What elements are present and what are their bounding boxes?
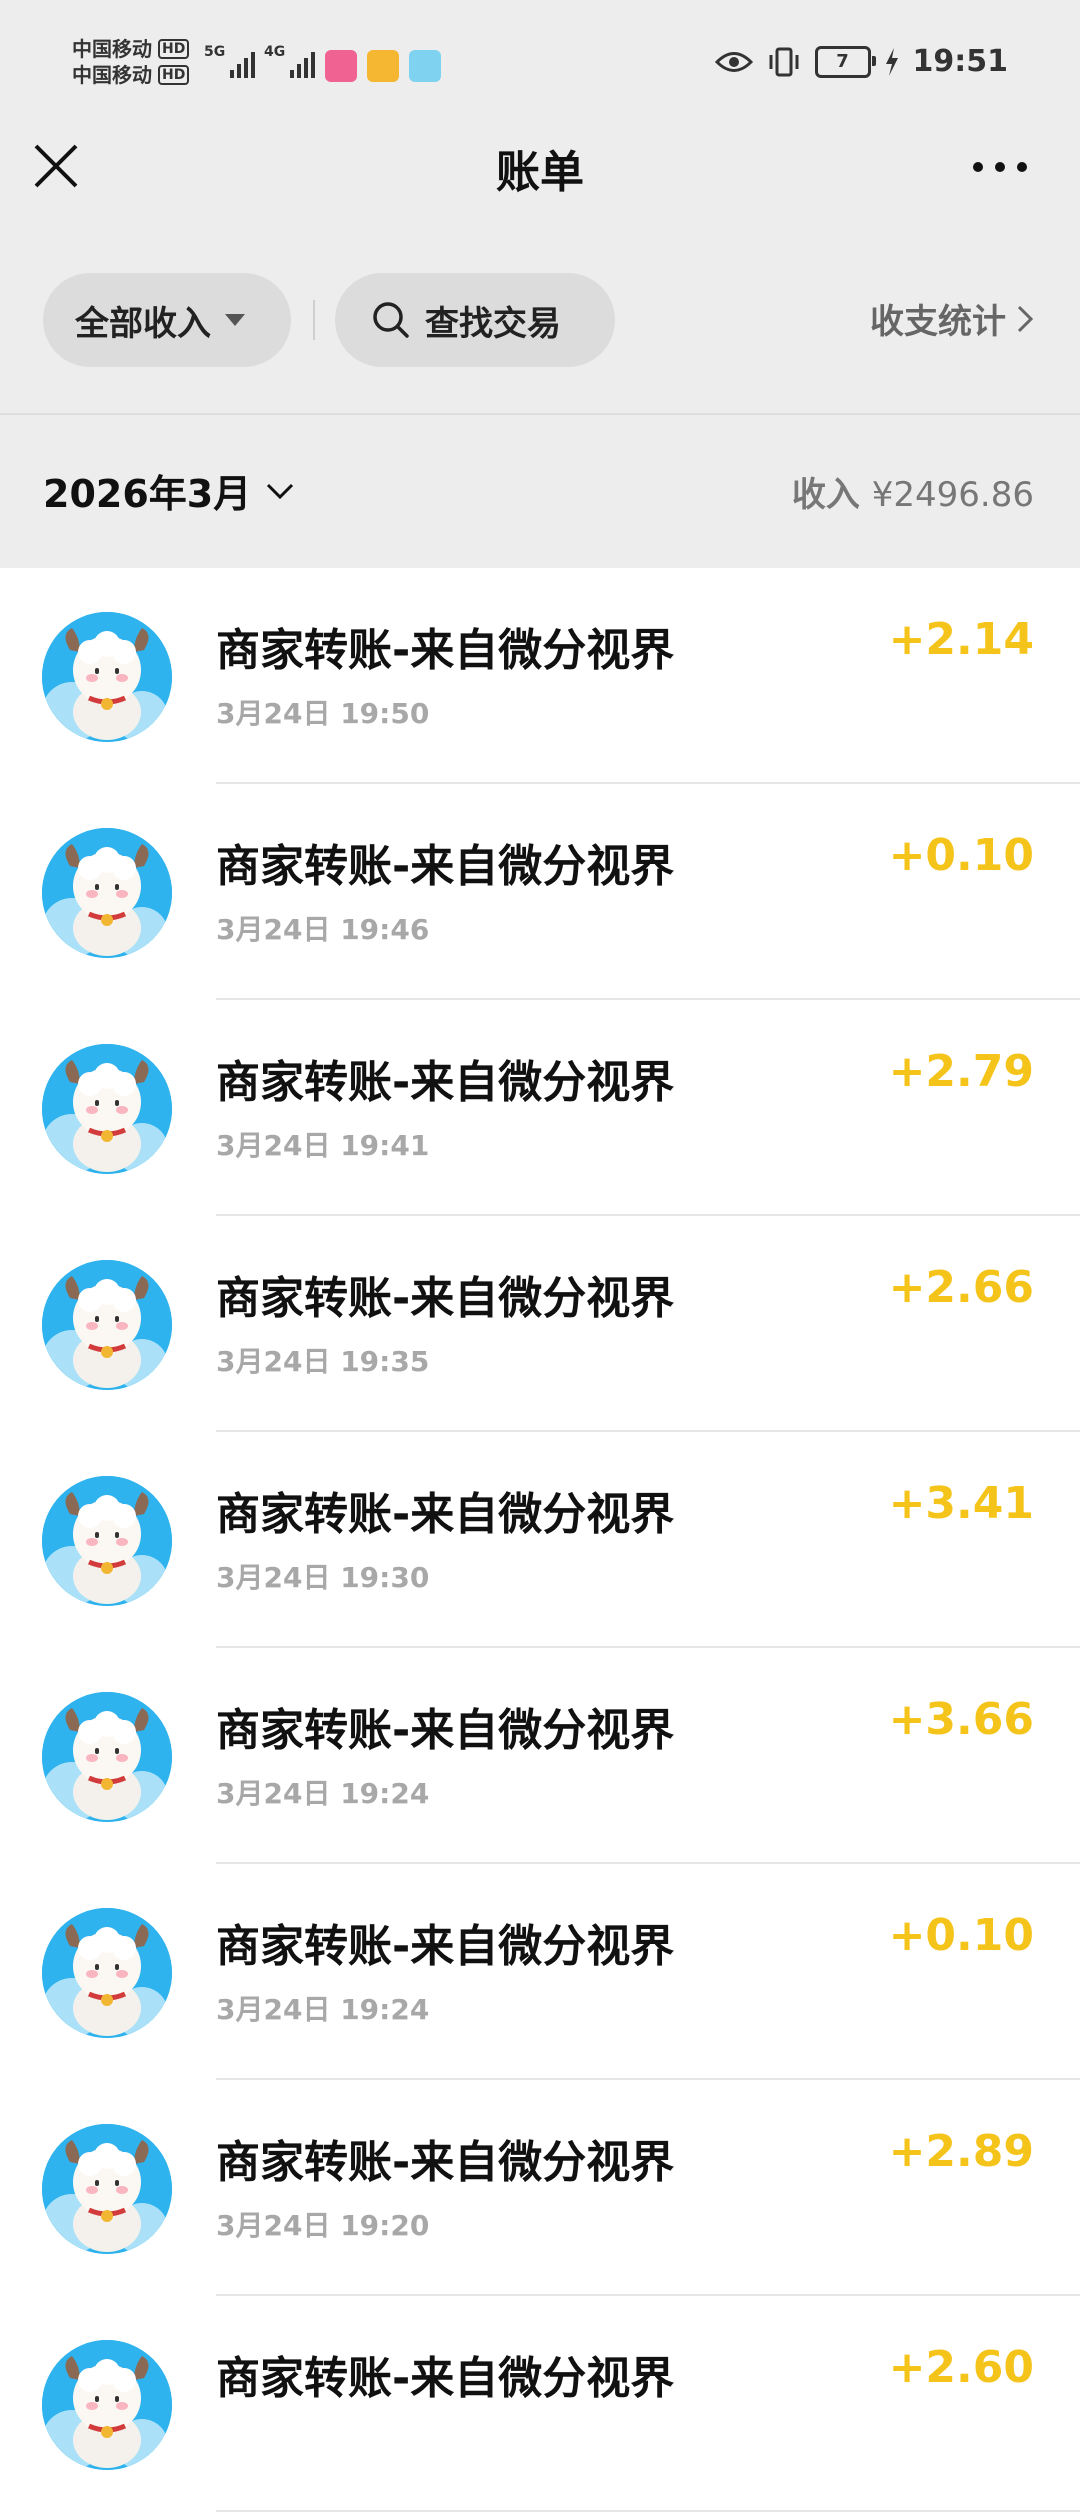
transaction-time: 3月24日 19:30 — [216, 1561, 430, 1594]
transaction-item[interactable]: 商家转账-来自微分视界 3月24日 19:24 +0.10 — [0, 1864, 1080, 2080]
transaction-title: 商家转账-来自微分视界 — [216, 1489, 675, 1540]
sheep-avatar-icon — [42, 1044, 172, 1174]
month-selector[interactable]: 2026年3月 — [43, 463, 295, 518]
transaction-item[interactable]: 商家转账-来自微分视界 3月24日 19:50 +2.14 — [0, 568, 1080, 784]
avatar — [42, 2124, 172, 2254]
transaction-amount: +2.60 — [888, 2342, 1034, 2393]
income-amount: ¥2496.86 — [871, 475, 1034, 515]
charging-icon — [885, 47, 898, 76]
transaction-title: 商家转账-来自微分视界 — [216, 625, 675, 676]
nav-bar: 账单 — [0, 120, 1080, 210]
sheep-avatar-icon — [42, 1908, 172, 2038]
sheep-avatar-icon — [42, 1692, 172, 1822]
bilibili-app-icon — [325, 50, 357, 82]
search-label: 查找交易 — [425, 303, 561, 344]
stats-link[interactable]: 收支统计 — [870, 294, 1034, 343]
transaction-amount: +2.14 — [888, 614, 1034, 665]
sheep-avatar-icon — [42, 1476, 172, 1606]
search-icon — [373, 302, 409, 338]
status-time: 19:51 — [912, 44, 1009, 79]
month-summary: 2026年3月 收入 ¥2496.86 — [0, 415, 1080, 568]
income-label: 收入 — [791, 475, 860, 515]
sheep-avatar-icon — [42, 2124, 172, 2254]
transaction-list: 商家转账-来自微分视界 3月24日 19:50 +2.14 商家转账-来自微分视… — [0, 568, 1080, 2512]
carrier-2: 中国移动 — [72, 63, 152, 87]
transaction-item[interactable]: 商家转账-来自微分视界 3月24日 19:35 +2.66 — [0, 1216, 1080, 1432]
transaction-title: 商家转账-来自微分视界 — [216, 2353, 675, 2404]
avatar — [42, 1260, 172, 1390]
transaction-time: 3月24日 19:24 — [216, 1993, 430, 2026]
income-summary: 收入 ¥2496.86 — [792, 467, 1034, 516]
sheep-avatar-icon — [42, 1260, 172, 1390]
transaction-item[interactable]: 商家转账-来自微分视界 3月24日 19:41 +2.79 — [0, 1000, 1080, 1216]
hd-badge: HD — [158, 65, 190, 85]
avatar — [42, 828, 172, 958]
chevron-right-icon — [1017, 305, 1034, 332]
battery-icon: 7 — [814, 45, 876, 78]
all-income-dropdown[interactable]: 全部收入 — [43, 273, 291, 367]
transaction-amount: +2.89 — [888, 2126, 1034, 2177]
hd-badge: HD — [158, 39, 190, 59]
carrier-1: 中国移动 — [72, 37, 152, 61]
transaction-item[interactable]: 商家转账-来自微分视界 3月24日 19:20 +2.89 — [0, 2080, 1080, 2296]
avatar — [42, 612, 172, 742]
transaction-amount: +2.79 — [888, 1046, 1034, 1097]
transaction-item[interactable]: 商家转账-来自微分视界 3月24日 19:24 +3.66 — [0, 1648, 1080, 1864]
avatar — [42, 1908, 172, 2038]
transaction-amount: +0.10 — [888, 1910, 1034, 1961]
stats-label: 收支统计 — [870, 302, 1006, 342]
chevron-down-icon — [267, 483, 294, 499]
transaction-time: 3月24日 19:20 — [216, 2209, 430, 2242]
transaction-amount: +3.66 — [888, 1694, 1034, 1745]
transaction-time: 3月24日 19:50 — [216, 697, 430, 730]
transaction-item[interactable]: 商家转账-来自微分视界 3月24日 19:46 +0.10 — [0, 784, 1080, 1000]
signal-4g-icon: 4G — [264, 44, 316, 78]
search-transaction-button[interactable]: 查找交易 — [335, 273, 615, 367]
transaction-time: 3月24日 19:46 — [216, 913, 430, 946]
transaction-title: 商家转账-来自微分视界 — [216, 1273, 675, 1324]
more-button[interactable] — [970, 142, 1030, 192]
sheep-avatar-icon — [42, 828, 172, 958]
sheep-avatar-icon — [42, 612, 172, 742]
transaction-title: 商家转账-来自微分视界 — [216, 2137, 675, 2188]
vibrate-icon — [769, 47, 798, 76]
eye-icon — [714, 51, 753, 72]
all-income-label: 全部收入 — [75, 303, 211, 344]
transaction-title: 商家转账-来自微分视界 — [216, 1057, 675, 1108]
caret-down-icon — [225, 314, 245, 326]
status-right: 7 19:51 — [714, 44, 1009, 79]
transaction-title: 商家转账-来自微分视界 — [216, 1921, 675, 1972]
transaction-title: 商家转账-来自微分视界 — [216, 1705, 675, 1756]
transaction-amount: +2.66 — [888, 1262, 1034, 1313]
avatar — [42, 1476, 172, 1606]
transaction-time: 3月24日 19:35 — [216, 1345, 430, 1378]
carrier-info: 中国移动 HD 中国移动 HD — [72, 36, 190, 88]
transaction-amount: +3.41 — [888, 1478, 1034, 1529]
month-label: 2026年3月 — [43, 472, 252, 516]
app-notification-icon — [367, 50, 399, 82]
transaction-item[interactable]: 商家转账-来自微分视界 +2.60 — [0, 2296, 1080, 2512]
transaction-title: 商家转账-来自微分视界 — [216, 841, 675, 892]
avatar — [42, 2340, 172, 2470]
transaction-amount: +0.10 — [888, 830, 1034, 881]
page-title: 账单 — [496, 147, 584, 198]
avatar — [42, 1692, 172, 1822]
sheep-avatar-icon — [42, 2340, 172, 2470]
transaction-item[interactable]: 商家转账-来自微分视界 3月24日 19:30 +3.41 — [0, 1432, 1080, 1648]
filter-bar: 全部收入 查找交易 收支统计 — [0, 270, 1080, 370]
transaction-time: 3月24日 19:41 — [216, 1129, 430, 1162]
weather-app-icon — [409, 50, 441, 82]
avatar — [42, 1044, 172, 1174]
signal-5g-icon: 5G — [204, 44, 256, 78]
divider — [313, 300, 315, 340]
more-dots-icon — [973, 162, 1027, 172]
status-bar: 中国移动 HD 中国移动 HD 5G 4G 7 19:51 — [0, 0, 1080, 130]
transaction-time: 3月24日 19:24 — [216, 1777, 430, 1810]
